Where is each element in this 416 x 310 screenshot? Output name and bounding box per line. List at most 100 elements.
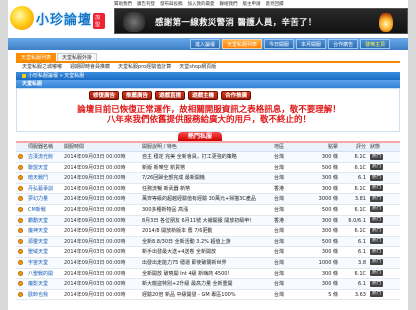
nav-tab-month[interactable]: 本月開服 [296,39,327,49]
ad-button[interactable]: 推薦廣告 [122,91,153,100]
server-name-link[interactable]: 宇宙天堂 [26,258,62,268]
breadcrumb-text[interactable]: 小珍私服論壇 » 天堂私服 [28,73,84,79]
hot-badge[interactable]: 熱門 [370,238,383,245]
server-name-link[interactable]: 源靈天堂 [26,237,62,247]
server-title-link[interactable]: 全新8.8/30日 全新活動 3.2% 超值上游 [140,237,272,247]
sub-link[interactable]: 天堂shop網頁版 [179,63,216,71]
hot-badge[interactable]: 熱門 [370,185,383,192]
server-name-link[interactable]: 暗天戰鬥 [26,173,62,183]
hot-badge[interactable]: 熱門 [370,153,383,160]
top-link[interactable]: 贊助我們 [114,1,132,8]
hot-button[interactable]: 熱門 [368,279,400,289]
hot-button[interactable]: 熱門 [368,194,400,204]
top-link[interactable]: 版主申請 [243,1,261,8]
server-name-link[interactable]: 古漢流光館 [26,152,62,162]
hot-button[interactable]: 熱門 [368,184,400,194]
hot-badge[interactable]: 熱門 [370,291,383,298]
server-name-link[interactable]: 霸動天堂 [26,216,62,226]
hot-button[interactable]: 熱門 [368,258,400,268]
server-title-link[interactable]: 經驗20倍 新品 中級開發 - GM 專區100% [140,290,272,300]
server-name-link[interactable]: 聖域天堂 [26,247,62,257]
site-logo[interactable]: 小珍論壇 加盟 [10,6,105,32]
table-row[interactable]: 宇宙天堂 2014年09月03日 00:00時 出發出走能力75 穩運 即使破關新世… [16,257,400,269]
table-row[interactable]: 古漢流光館 2014年09月03日 00:00時 自主 穩定 完美 全新會員，打工更… [16,152,400,163]
hot-button[interactable]: 熱門 [368,226,400,236]
top-link[interactable]: 意見回饋 [266,1,284,8]
table-row[interactable]: 八聖戰的開 2014年09月03日 00:00時 全新開放 破曉開 Int 4級 新… [16,269,400,280]
nav-tab-today[interactable]: 今日開服 [264,39,295,49]
nav-tab-server-list[interactable]: 天堂私服列表 [222,39,263,49]
server-name-link[interactable]: 八聖戰的開 [26,269,62,279]
table-row[interactable]: 歐帥也我 2014年09月03日 00:00時 經驗20倍 新品 中級開發 - GM… [16,290,400,301]
table-row[interactable]: 霸動天堂 2014年09月03日 00:00時 8月3日 各位朋友 6月11號 大補… [16,215,400,227]
nav-tab-ads[interactable]: 合作廣告 [328,39,359,49]
hot-badge[interactable]: 熱門 [370,164,383,171]
hot-badge[interactable]: 熱門 [370,248,383,255]
server-name-link[interactable]: 夢幻力量 [26,194,62,204]
nav-tab-publish[interactable]: 發佈主頁 [360,39,391,49]
top-link[interactable]: 加入我的最愛 [188,1,215,8]
hot-badge[interactable]: 熱門 [370,227,383,234]
server-name-link[interactable]: 聯盟天堂 [26,163,62,173]
server-title-link[interactable]: 新大龍盜特別+2升級 最高力量 全新重開 [140,279,272,289]
hot-button[interactable]: 熱門 [368,269,400,279]
banner-portrait-image [123,12,145,32]
top-link[interactable]: 廣告刊登 [137,1,155,8]
ad-button[interactable]: 合作推廣 [221,91,252,100]
hot-badge[interactable]: 熱門 [370,259,383,266]
server-name-link[interactable]: 歐帥也我 [26,290,62,300]
hot-button[interactable]: 熱門 [368,247,400,257]
server-title-link[interactable]: 2014/8 開放新版本 舊 7/6更動 [140,226,272,236]
top-link[interactable]: 發布與投稿 [160,1,183,8]
server-title-link[interactable]: 自主 穩定 完美 全新會員，打工更強的策略 [140,152,272,162]
sub-link[interactable]: 週期即時會員推薦 [70,63,110,71]
subnav-tab-server-list[interactable]: 天堂私服列表 [16,53,57,61]
server-name-link[interactable]: 丹弘藝爭訓 [26,184,62,194]
hot-badge[interactable]: 熱門 [370,217,383,224]
header-banner[interactable]: 感謝第一線救災警消 醫護人員，辛苦了！ [114,8,408,34]
table-row[interactable]: 聖域天堂 2014年09月03日 00:00時 新手出發最大送+4送卷 全新開放 台灣… [16,247,400,258]
hot-button[interactable]: 熱門 [368,290,400,300]
hot-badge[interactable]: 熱門 [370,174,383,181]
sub-link[interactable]: 天堂私服之城嘟嘟 [22,63,62,71]
table-row[interactable]: 暗天戰鬥 2014年09月03日 00:00時 7/26回歸全部完成 最新開機 台灣 3… [16,173,400,184]
hot-badge[interactable]: 熱門 [370,195,383,202]
nav-tab-forum[interactable]: 進入論壇 [190,39,221,49]
table-row[interactable]: 源靈天堂 2014年09月03日 00:00時 全新8.8/30日 全新活動 3.2… [16,236,400,248]
subnav-tab-plugins[interactable]: 天堂私服外掛 [57,53,98,61]
server-name-link[interactable]: 魔影天堂 [26,279,62,289]
server-title-link[interactable]: 新手出發最大送+4送卷 全新開放 [140,247,272,257]
hot-button[interactable]: 熱門 [368,205,400,215]
server-name-link[interactable]: CM新戰 [26,205,62,215]
server-title-link[interactable]: 7/26回歸全部完成 最新開機 [140,173,272,183]
server-title-link[interactable]: 出發出走能力75 穩運 即使破關新世界 [140,258,272,268]
table-row[interactable]: CM新戰 2014年09月03日 00:00時 300多種新物品 高漲 台灣 500 條… [16,205,400,216]
hot-badge[interactable]: 熱門 [370,270,383,277]
hot-button[interactable]: 熱門 [368,173,400,183]
hot-button[interactable]: 熱門 [368,163,400,173]
table-row[interactable]: 魔影天堂 2014年09月03日 00:00時 新大龍盜特別+2升級 最高力量 全新… [16,279,400,290]
table-row[interactable]: 魔神天堂 2014年09月03日 00:00時 2014/8 開放新版本 舊 7/6… [16,226,400,237]
server-name-link[interactable]: 魔神天堂 [26,226,62,236]
hot-badge[interactable]: 熱門 [370,280,383,287]
hot-badge[interactable]: 熱門 [370,206,383,213]
server-title-link[interactable]: 8月3日 各位朋友 6月11號 大補開服 開放初級申！ [140,216,272,226]
server-title-link[interactable]: 300多種新物品 高漲 [140,205,272,215]
ad-button[interactable]: 遊戲直播 [155,91,186,100]
server-title-link[interactable]: 任務流暢 新武器 新幣 [140,184,272,194]
table-row[interactable]: 丹弘藝爭訓 2014年09月03日 00:00時 任務流暢 新武器 新幣 香港 300 … [16,184,400,195]
server-title-link[interactable]: 萬齊等級的超越經驗值有經驗 30萬元+掃描3C產品 [140,194,272,204]
hot-button[interactable]: 熱門 [368,237,400,247]
hot-button[interactable]: 熱門 [368,152,400,162]
ad-button[interactable]: 修復廣告 [89,91,120,100]
table-row[interactable]: 夢幻力量 2014年09月03日 00:00時 萬齊等級的超越經驗值有經驗 30萬元… [16,194,400,205]
server-title-link[interactable]: 新版 新樂空 新貨幣 [140,163,272,173]
hot-button[interactable]: 熱門 [368,216,400,226]
top-link[interactable]: 聯絡我們 [220,1,238,8]
ad-button[interactable]: 遊戲主機 [188,91,219,100]
home-icon[interactable] [22,73,26,78]
server-title-link[interactable]: 全新開放 破曉開 Int 4級 新嗨商 4500！ [140,269,272,279]
sub-link[interactable]: 天堂私服pro經驗值計算 [118,63,171,71]
table-row[interactable]: 聯盟天堂 2014年09月03日 00:00時 新版 新樂空 新貨幣 台灣 500 條 6… [16,163,400,174]
score: 6.1 [358,249,366,256]
